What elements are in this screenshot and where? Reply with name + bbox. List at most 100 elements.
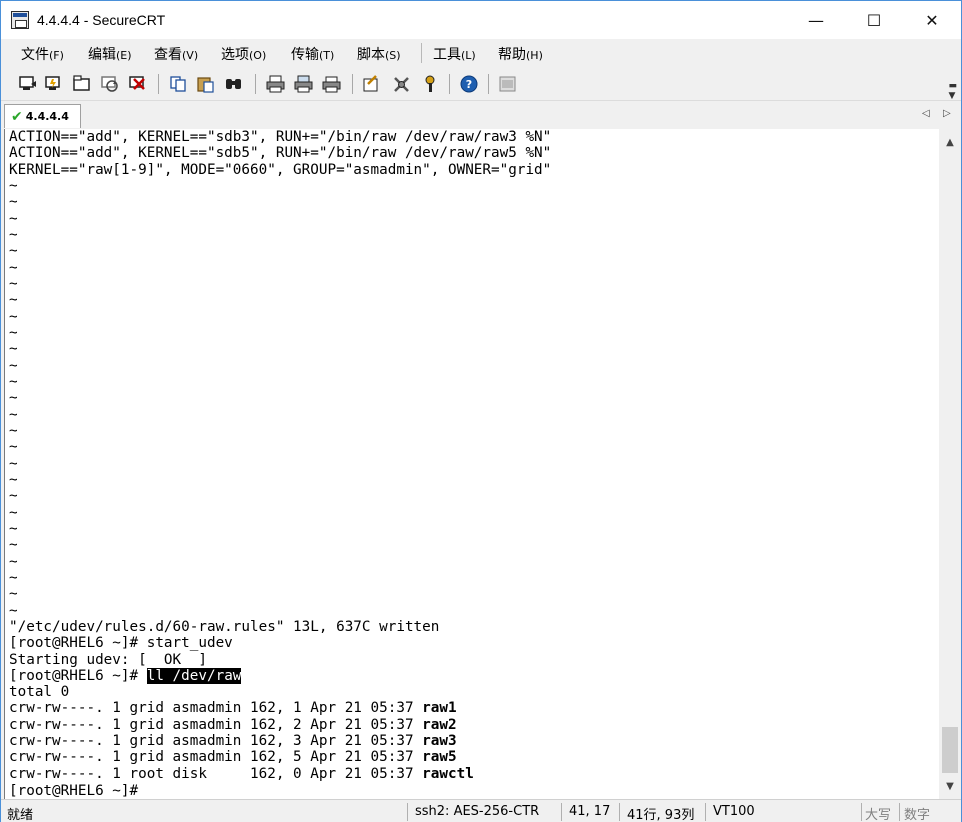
listing-row: crw-rw----. 1 grid asmadmin 162, 2 Apr 2… <box>9 717 551 733</box>
terminal-line: total 0 <box>9 684 70 701</box>
terminal-line: ACTION=="add", KERNEL=="sdb5", RUN+="/bi… <box>9 145 552 162</box>
scroll-up-icon[interactable]: ▲ <box>939 131 961 153</box>
tab-label: 4.4.4.4 <box>25 110 69 123</box>
status-separator <box>899 803 900 821</box>
securecrt-app-icon[interactable] <box>11 11 29 29</box>
close-button[interactable]: ✕ <box>903 1 961 39</box>
toolbar: ? ▬ ▼ <box>1 67 961 101</box>
listing-filename: raw3 <box>422 733 457 750</box>
status-cursor-position: 41, 17 <box>569 804 611 819</box>
listing-filename: raw2 <box>422 716 457 733</box>
menu-edit[interactable]: 编辑(E) <box>88 44 132 64</box>
vi-empty-line: ~ <box>9 341 18 358</box>
vi-empty-line: ~ <box>9 308 18 325</box>
maximize-button[interactable]: ☐ <box>845 1 903 39</box>
vi-empty-line: ~ <box>9 324 18 341</box>
toolbar-separator <box>255 74 256 94</box>
toolbar-separator <box>488 74 489 94</box>
listing-details: crw-rw----. 1 grid asmadmin 162, 5 Apr 2… <box>9 749 423 766</box>
terminal-line: ACTION=="add", KERNEL=="sdb3", RUN+="/bi… <box>9 129 552 145</box>
vi-empty-line: ~ <box>9 439 18 456</box>
connect-tab-icon[interactable] <box>71 73 93 95</box>
vi-empty-line: ~ <box>9 373 18 390</box>
listing-details: crw-rw----. 1 grid asmadmin 162, 3 Apr 2… <box>9 733 423 750</box>
terminal-command-line: [root@RHEL6 ~]# ll /dev/raw <box>9 667 551 684</box>
securecrt-window: 4.4.4.4 - SecureCRT — ☐ ✕ 文件(F) 编辑(E) 查看… <box>0 0 962 822</box>
menu-options[interactable]: 选项(O) <box>221 44 266 64</box>
svg-text:?: ? <box>466 78 472 91</box>
vi-empty-line: ~ <box>9 553 18 570</box>
menu-tools[interactable]: 工具(L) <box>433 44 476 64</box>
vi-empty-line: ~ <box>9 357 18 374</box>
menu-separator <box>421 43 422 63</box>
tab-scroll-right-icon[interactable]: ▷ <box>943 108 951 119</box>
global-options-icon[interactable] <box>391 73 413 95</box>
vi-empty-line: ~ <box>9 537 18 554</box>
vi-empty-line: ~ <box>9 406 18 423</box>
paste-icon[interactable] <box>195 73 217 95</box>
menu-help[interactable]: 帮助(H) <box>498 44 543 64</box>
help-icon[interactable]: ? <box>458 73 480 95</box>
terminal-line: [root@RHEL6 ~]# start_udev <box>9 635 233 652</box>
status-separator <box>619 803 620 821</box>
tab-session-4-4-4-4[interactable]: ✔ 4.4.4.4 <box>4 104 81 128</box>
toolbar-overflow-icon[interactable]: ▬ ▼ <box>948 81 957 101</box>
vi-empty-line: ~ <box>9 390 18 407</box>
menu-view[interactable]: 查看(V) <box>154 44 198 64</box>
menu-transfer[interactable]: 传输(T) <box>291 44 334 64</box>
listing-filename: raw1 <box>422 700 457 717</box>
menu-script[interactable]: 脚本(S) <box>357 44 401 64</box>
vi-empty-line: ~ <box>9 177 18 194</box>
vi-empty-line: ~ <box>9 520 18 537</box>
vi-empty-line: ~ <box>9 569 18 586</box>
print-icon[interactable] <box>265 73 287 95</box>
session-options-icon[interactable] <box>361 73 383 95</box>
terminal-scrollbar[interactable]: ▲ ▼ <box>939 129 961 799</box>
scroll-down-icon[interactable]: ▼ <box>939 775 961 797</box>
minimize-button[interactable]: — <box>787 1 845 39</box>
terminal-line: "/etc/udev/rules.d/60-raw.rules" 13L, 63… <box>9 618 440 635</box>
tab-scroll-left-icon[interactable]: ◁ <box>922 108 930 119</box>
status-num-lock: 数字 <box>904 808 931 822</box>
vi-empty-line: ~ <box>9 504 18 521</box>
find-icon[interactable] <box>223 73 245 95</box>
listing-row: crw-rw----. 1 root disk 162, 0 Apr 21 05… <box>9 766 551 782</box>
about-icon[interactable] <box>497 73 519 95</box>
highlighted-command: ll /dev/raw <box>146 667 242 684</box>
copy-icon[interactable] <box>167 73 189 95</box>
vi-empty-line: ~ <box>9 488 18 505</box>
vi-empty-line: ~ <box>9 455 18 472</box>
prompt-text: [root@RHEL6 ~]# <box>9 783 139 800</box>
vi-empty-line: ~ <box>9 243 18 260</box>
print-selection-icon[interactable] <box>293 73 315 95</box>
listing-details: crw-rw----. 1 root disk 162, 0 Apr 21 05… <box>9 765 423 782</box>
vi-empty-line: ~ <box>9 586 18 603</box>
toolbar-separator <box>158 74 159 94</box>
toolbar-separator <box>449 74 450 94</box>
vi-empty-line: ~ <box>9 602 18 619</box>
listing-row: crw-rw----. 1 grid asmadmin 162, 5 Apr 2… <box>9 749 551 765</box>
status-caps-lock: 大写 <box>865 808 892 822</box>
title-bar[interactable]: 4.4.4.4 - SecureCRT — ☐ ✕ <box>1 1 961 39</box>
keymap-icon[interactable] <box>419 73 441 95</box>
menu-bar: 文件(F) 编辑(E) 查看(V) 选项(O) 传输(T) 脚本(S) 工具(L… <box>1 39 961 67</box>
vi-empty-line: ~ <box>9 422 18 439</box>
terminal-view[interactable]: ACTION=="add", KERNEL=="sdb3", RUN+="/bi… <box>4 129 939 799</box>
connect-icon[interactable] <box>17 73 39 95</box>
menu-file[interactable]: 文件(F) <box>21 44 64 64</box>
terminal-prompt-line: [root@RHEL6 ~]# <box>9 782 551 800</box>
reconnect-icon[interactable] <box>99 73 121 95</box>
quick-connect-icon[interactable] <box>43 73 65 95</box>
status-separator <box>407 803 408 821</box>
vi-empty-line: ~ <box>9 210 18 227</box>
status-cipher: ssh2: AES-256-CTR <box>415 804 540 819</box>
disconnect-icon[interactable] <box>127 73 149 95</box>
vi-empty-line: ~ <box>9 292 18 309</box>
terminal-line: Starting udev: [ OK ] <box>9 651 207 668</box>
scrollbar-thumb[interactable] <box>942 727 958 773</box>
terminal-cursor <box>138 782 146 797</box>
print-setup-icon[interactable] <box>321 73 343 95</box>
listing-filename: rawctl <box>422 765 474 782</box>
vi-empty-line: ~ <box>9 194 18 211</box>
status-terminal-size: 41行, 93列 <box>627 808 695 822</box>
